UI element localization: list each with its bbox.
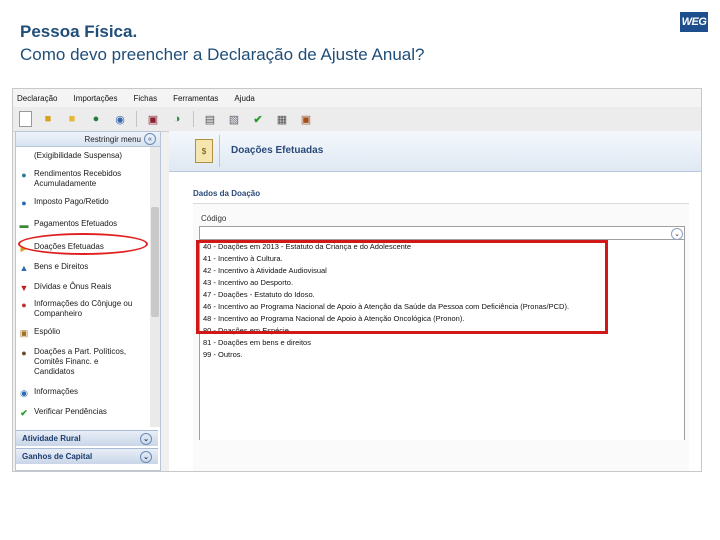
slide-title: Pessoa Física. [20, 22, 138, 41]
header-separator [219, 135, 220, 167]
menubar: Declaração Importações Fichas Ferramenta… [13, 89, 701, 107]
restrict-menu-header[interactable]: Restringir menu « [16, 132, 160, 147]
tax-icon: ● [21, 198, 27, 208]
codigo-select[interactable]: ⌄ [199, 226, 685, 240]
nav-item-informacoes[interactable]: ◉ Informações [18, 387, 78, 399]
highlight-rectangle [196, 240, 608, 334]
nav-item-label: Bens e Direitos [34, 262, 89, 271]
slide-subtitle: Como devo preencher a Declaração de Ajus… [20, 45, 425, 64]
folder-icon[interactable]: ■ [64, 111, 80, 127]
menu-ferramentas[interactable]: Ferramentas [173, 94, 218, 103]
nav-item-dividas[interactable]: ▼ Dívidas e Ônus Reais [18, 282, 112, 294]
menu-importacoes[interactable]: Importações [73, 94, 117, 103]
nav-item-conjuge[interactable]: ● Informações do Cônjuge ou Companheiro [18, 299, 138, 319]
menu-declaracao[interactable]: Declaração [17, 94, 57, 103]
info-icon: ◉ [20, 388, 28, 398]
check-icon[interactable]: ✔ [250, 111, 266, 127]
chevron-down-icon[interactable]: ⌄ [671, 228, 683, 240]
people-icon: ● [21, 300, 27, 310]
money-icon: ● [21, 170, 27, 180]
highlight-oval [18, 233, 148, 255]
group-atividade-rural[interactable]: Atividade Rural ⌄ [16, 430, 158, 446]
left-navigation-panel: Restringir menu « (Exigibilidade Suspens… [15, 131, 161, 471]
nav-item-espolio[interactable]: ▣ Espólio [18, 327, 61, 339]
collapse-icon[interactable]: « [144, 133, 156, 145]
nav-item-pagamentos[interactable]: ▬ Pagamentos Efetuados [18, 219, 118, 231]
main-header: $ Doações Efetuadas [169, 131, 701, 172]
page-title: Doações Efetuadas [231, 145, 324, 156]
new-file-icon[interactable] [19, 111, 32, 127]
nav-item-label: Dívidas e Ônus Reais [34, 282, 112, 291]
transmit-icon[interactable]: ● [88, 111, 104, 127]
nav-item-label: Informações do Cônjuge ou Companheiro [34, 299, 133, 318]
open-folder-icon[interactable]: ■ [40, 111, 56, 127]
nav-item-label: Rendimentos Recebidos Acumuladamente [34, 169, 122, 188]
nav-item-exigibilidade[interactable]: (Exigibilidade Suspensa) [18, 151, 122, 163]
weg-logo: WEG [680, 12, 708, 32]
section-title: Dados da Doação [193, 189, 261, 198]
money-document-icon: $ [195, 139, 213, 163]
toolbar-separator [193, 111, 194, 127]
nav-item-label: Verificar Pendências [34, 407, 107, 416]
navigation-scrollbar[interactable] [150, 147, 160, 427]
scrollbar-thumb[interactable] [151, 207, 159, 317]
group-label: Ganhos de Capital [22, 452, 93, 461]
calculator-icon[interactable]: ▦ [274, 111, 290, 127]
option-81[interactable]: 81 - Doações em bens e direitos [203, 338, 311, 347]
briefcase-icon: ▣ [19, 328, 29, 338]
nav-item-label: Imposto Pago/Retido [34, 197, 109, 206]
nav-item-label: Informações [34, 387, 79, 396]
group-label: Atividade Rural [22, 434, 81, 443]
nav-item-bens-direitos[interactable]: ▲ Bens e Direitos [18, 262, 89, 274]
print-icon[interactable]: ▤ [202, 111, 218, 127]
chevron-down-icon[interactable]: ⌄ [140, 432, 152, 445]
nav-item-imposto-pago[interactable]: ● Imposto Pago/Retido [18, 197, 109, 209]
copy-icon[interactable]: ▧ [226, 111, 242, 127]
toolbar: ■ ■ ● ◉ ▣ ◑ ▤ ▧ ✔ ▦ ▣ [13, 107, 701, 132]
nav-item-rendimentos-acumuladamente[interactable]: ● Rendimentos Recebidos Acumuladamente [18, 169, 136, 189]
menu-ajuda[interactable]: Ajuda [234, 94, 254, 103]
option-99[interactable]: 99 - Outros. [203, 350, 243, 359]
nav-item-label: Pagamentos Efetuados [34, 219, 118, 228]
nav-item-doacoes-partidos[interactable]: ● Doações a Part. Políticos, Comitês Fin… [18, 347, 128, 377]
nav-item-verificar-pendencias[interactable]: ✔ Verificar Pendências [18, 407, 107, 419]
group-ganhos-capital[interactable]: Ganhos de Capital ⌄ [16, 448, 158, 464]
document-icon [18, 151, 30, 163]
check-icon: ✔ [20, 408, 28, 418]
nav-item-label: (Exigibilidade Suspensa) [34, 151, 123, 160]
globe-icon[interactable]: ◑ [169, 111, 185, 127]
restrict-menu-label: Restringir menu [84, 134, 141, 144]
menu-fichas[interactable]: Fichas [134, 94, 158, 103]
nav-item-label: Doações a Part. Políticos, Comitês Finan… [34, 347, 127, 376]
receitanet-icon[interactable]: ◉ [112, 111, 128, 127]
card-icon: ▬ [19, 220, 29, 230]
navigation-list: (Exigibilidade Suspensa) ● Rendimentos R… [16, 147, 158, 427]
help-book-icon[interactable]: ▣ [298, 111, 314, 127]
house-icon: ▲ [19, 263, 29, 273]
codigo-label: Código [201, 214, 227, 223]
nav-item-label: Espólio [34, 327, 61, 336]
save-icon[interactable]: ▣ [145, 111, 161, 127]
toolbar-separator [136, 111, 137, 127]
debt-icon: ▼ [19, 283, 29, 293]
chevron-down-icon[interactable]: ⌄ [140, 450, 152, 463]
person-icon: ● [21, 348, 27, 358]
